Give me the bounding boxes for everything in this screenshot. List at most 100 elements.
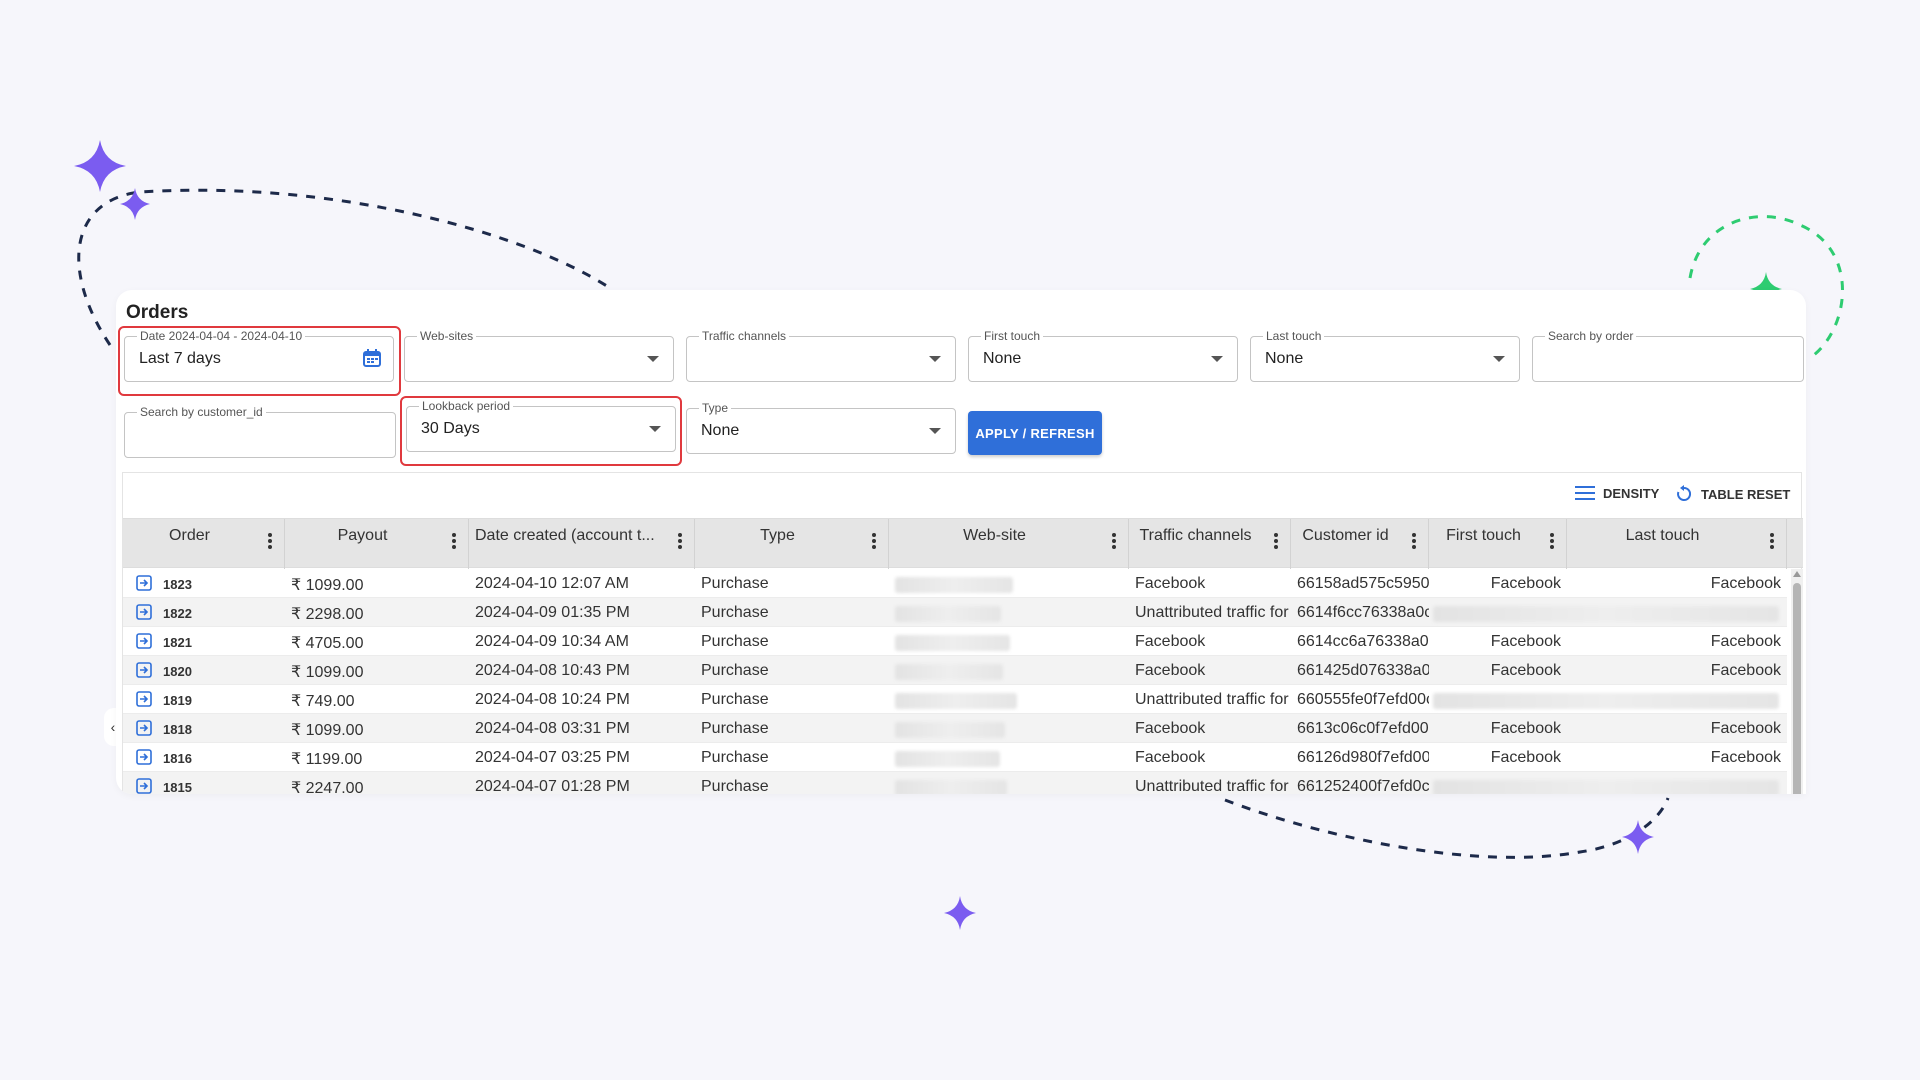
open-order-icon[interactable] [136, 575, 152, 591]
chevron-down-icon [647, 356, 659, 362]
websites-select[interactable]: Web-sites [404, 329, 674, 382]
table-row[interactable]: 1815 ₹ 2247.00 2024-04-07 01:28 PM Purchase… [123, 772, 1787, 794]
column-menu-icon[interactable] [452, 533, 456, 549]
column-menu-icon[interactable] [1412, 533, 1416, 549]
traffic-channel-value: Facebook [1135, 720, 1206, 737]
traffic-channels-select[interactable]: Traffic channels [686, 329, 956, 382]
table-reset-button[interactable]: TABLE RESET [1675, 485, 1790, 503]
websites-label: Web-sites [417, 329, 477, 343]
first-touch-value: Facebook [1490, 633, 1561, 650]
table-row[interactable]: 1823 ₹ 1099.00 2024-04-10 12:07 AM Purchase… [123, 569, 1787, 598]
sparkle-icon [74, 140, 126, 192]
date-created-value: 2024-04-10 12:07 AM [475, 575, 629, 592]
lookback-period-label: Lookback period [419, 399, 514, 413]
customer-id-value: 66126d980f7efd00 [1297, 749, 1429, 766]
last-touch-value: Facebook [1710, 720, 1781, 737]
lookback-period-select[interactable]: Lookback period 30 Days [406, 399, 676, 452]
density-label: DENSITY [1603, 485, 1660, 501]
column-menu-icon[interactable] [872, 533, 876, 549]
table-row[interactable]: 1821 ₹ 4705.00 2024-04-09 10:34 AM Purchase… [123, 627, 1787, 656]
table-row[interactable]: 1818 ₹ 1099.00 2024-04-08 03:31 PM Purchase… [123, 714, 1787, 743]
table-row[interactable]: 1822 ₹ 2298.00 2024-04-09 01:35 PM Purchase… [123, 598, 1787, 627]
first-touch-value: None [983, 350, 1022, 367]
density-button[interactable]: DENSITY [1575, 485, 1659, 501]
website-redacted [895, 722, 1005, 738]
payout-value: ₹ 749.00 [291, 693, 355, 710]
table-row[interactable]: 1820 ₹ 1099.00 2024-04-08 10:43 PM Purchase… [123, 656, 1787, 685]
dashed-arc-bottom [1224, 797, 1670, 859]
column-header-type[interactable]: Type [695, 519, 889, 569]
vertical-scrollbar[interactable] [1791, 569, 1803, 794]
touch-redacted [1433, 780, 1779, 794]
table-row[interactable]: 1819 ₹ 749.00 2024-04-08 10:24 PM Purchase U… [123, 685, 1787, 714]
search-order-label: Search by order [1545, 329, 1637, 343]
chevron-down-icon [929, 356, 941, 362]
column-header-customer-id[interactable]: Customer id [1291, 519, 1429, 569]
column-menu-icon[interactable] [268, 533, 272, 549]
column-menu-icon[interactable] [1550, 533, 1554, 549]
last-touch-label: Last touch [1263, 329, 1325, 343]
calendar-icon[interactable] [363, 349, 381, 367]
column-header-payout[interactable]: Payout [285, 519, 469, 569]
open-order-icon[interactable] [136, 662, 152, 678]
column-menu-icon[interactable] [678, 533, 682, 549]
table-header: Order Payout Date created (account t... … [123, 518, 1803, 569]
website-redacted [895, 780, 1007, 794]
order-number: 1820 [163, 664, 192, 679]
date-created-value: 2024-04-09 10:34 AM [475, 633, 629, 650]
payout-value: ₹ 2298.00 [291, 606, 364, 623]
column-header-traffic-channels[interactable]: Traffic channels [1129, 519, 1291, 569]
first-touch-select[interactable]: First touch None [968, 329, 1238, 382]
open-order-icon[interactable] [136, 691, 152, 707]
column-header-date-created[interactable]: Date created (account t... [469, 519, 695, 569]
type-label: Type [699, 401, 732, 415]
last-touch-value: None [1265, 350, 1304, 367]
search-customer-input[interactable]: Search by customer_id [124, 405, 396, 458]
date-range-field[interactable]: Date 2024-04-04 - 2024-04-10 Last 7 days [124, 329, 394, 382]
customer-id-value: 661252400f7efd0c [1297, 778, 1429, 794]
order-number: 1818 [163, 722, 192, 737]
column-menu-icon[interactable] [1770, 533, 1774, 549]
open-order-icon[interactable] [136, 778, 152, 794]
search-order-input[interactable]: Search by order [1532, 329, 1804, 382]
open-order-icon[interactable] [136, 749, 152, 765]
orders-card: Orders Date 2024-04-04 - 2024-04-10 Last… [116, 290, 1806, 794]
last-touch-select[interactable]: Last touch None [1250, 329, 1520, 382]
order-number: 1819 [163, 693, 192, 708]
last-touch-value: Facebook [1710, 749, 1781, 766]
payout-value: ₹ 2247.00 [291, 780, 364, 794]
chevron-down-icon [929, 428, 941, 434]
chevron-down-icon [1211, 356, 1223, 362]
column-menu-icon[interactable] [1274, 533, 1278, 549]
last-touch-value: Facebook [1710, 575, 1781, 592]
customer-id-value: 6613c06c0f7efd00 [1297, 720, 1429, 737]
type-value: None [701, 422, 740, 439]
column-header-website[interactable]: Web-site [889, 519, 1129, 569]
date-created-value: 2024-04-08 10:24 PM [475, 691, 630, 708]
open-order-icon[interactable] [136, 604, 152, 620]
open-order-icon[interactable] [136, 633, 152, 649]
date-created-value: 2024-04-07 03:25 PM [475, 749, 630, 766]
order-number: 1815 [163, 780, 192, 794]
order-number: 1816 [163, 751, 192, 766]
date-created-value: 2024-04-07 01:28 PM [475, 778, 630, 794]
column-header-first-touch[interactable]: First touch [1429, 519, 1567, 569]
traffic-channel-value: Unattributed traffic for [1135, 691, 1289, 708]
scroll-up-icon[interactable] [1793, 571, 1801, 577]
search-customer-label: Search by customer_id [137, 405, 266, 419]
open-order-icon[interactable] [136, 720, 152, 736]
chevron-down-icon [649, 426, 661, 432]
traffic-channel-value: Facebook [1135, 575, 1206, 592]
customer-id-value: 660555fe0f7efd00c [1297, 691, 1429, 708]
website-redacted [895, 577, 1013, 593]
column-header-order[interactable]: Order [123, 519, 285, 569]
apply-refresh-button[interactable]: APPLY / REFRESH [968, 411, 1102, 455]
date-range-label: Date 2024-04-04 - 2024-04-10 [137, 329, 306, 343]
column-header-last-touch[interactable]: Last touch [1567, 519, 1787, 569]
table-row[interactable]: 1816 ₹ 1199.00 2024-04-07 03:25 PM Purchase… [123, 743, 1787, 772]
column-menu-icon[interactable] [1112, 533, 1116, 549]
scrollbar-thumb[interactable] [1793, 583, 1801, 794]
type-select[interactable]: Type None [686, 401, 956, 454]
type-value: Purchase [701, 575, 769, 592]
touch-redacted [1433, 693, 1779, 709]
